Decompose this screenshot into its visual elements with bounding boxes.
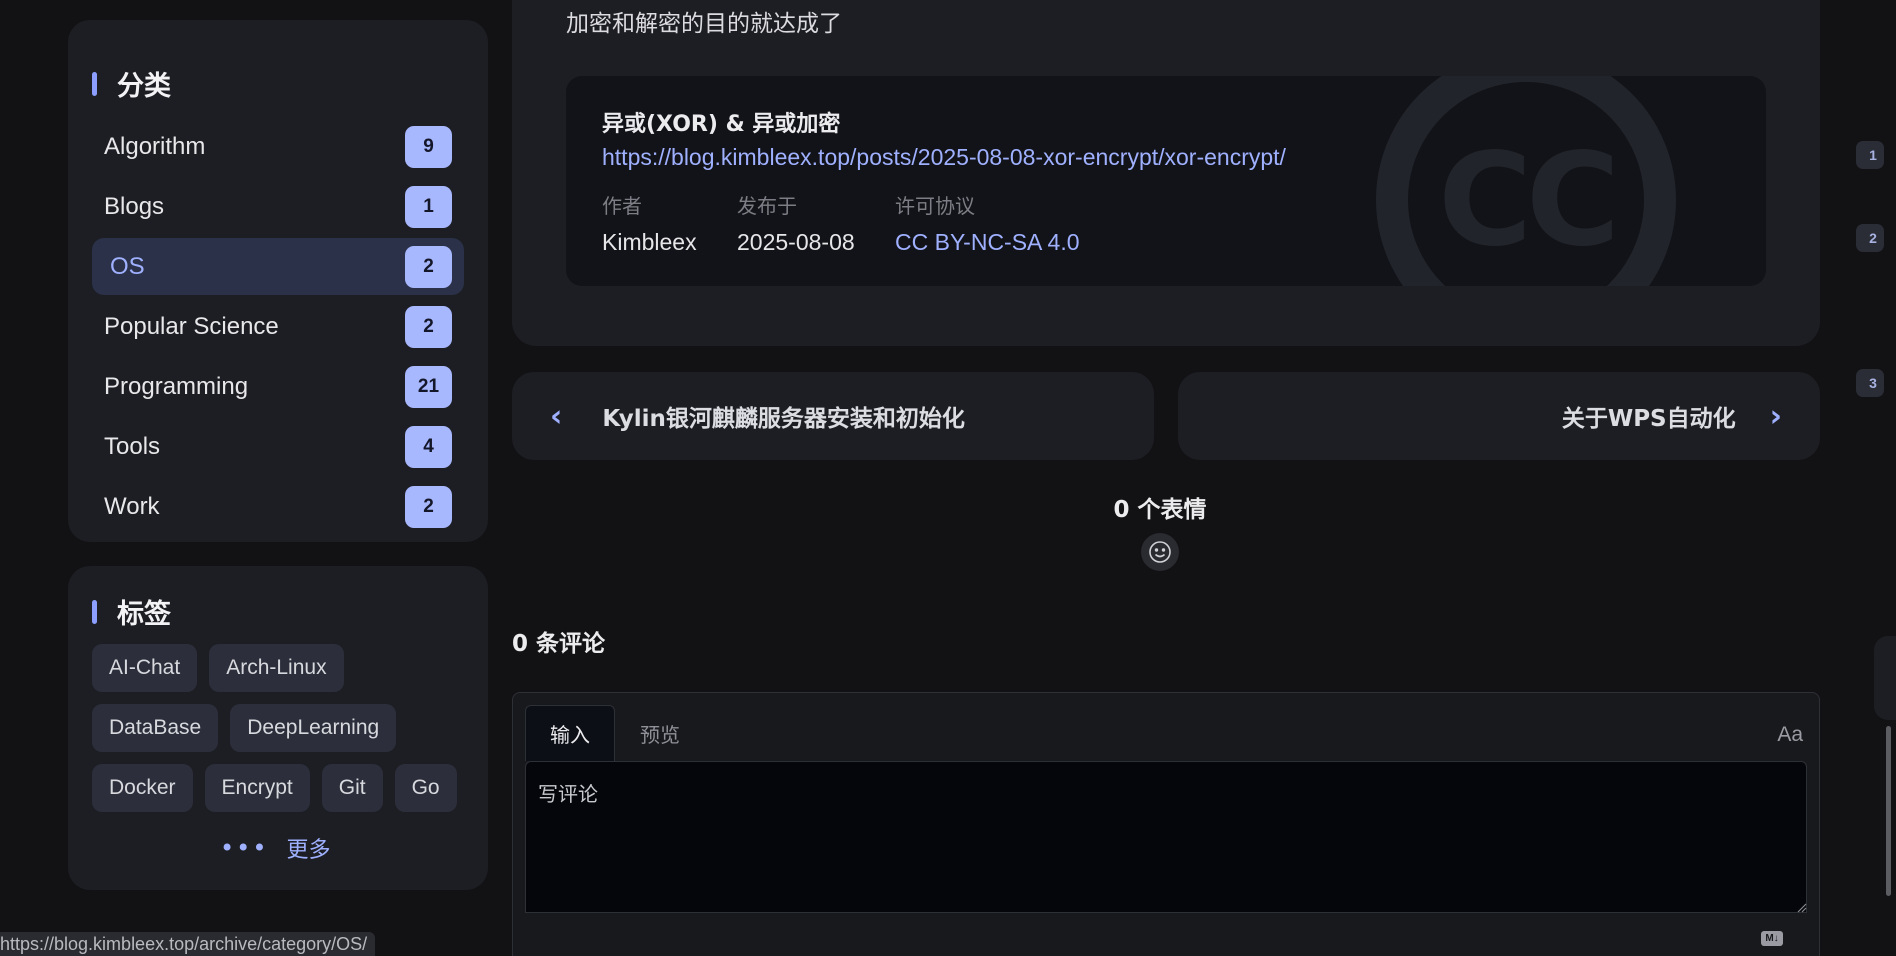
license-published-value: 2025-08-08	[737, 229, 855, 255]
category-item-work[interactable]: Work 2	[92, 478, 464, 535]
floating-panel-tab[interactable]	[1874, 636, 1896, 720]
tags-heading: 标签	[92, 592, 171, 631]
resize-grip-icon[interactable]	[1795, 901, 1807, 913]
category-count-badge: 4	[405, 425, 452, 468]
license-terms-link[interactable]: CC BY-NC-SA 4.0	[895, 229, 1080, 256]
category-name: Popular Science	[104, 312, 279, 340]
article-closing-text: 加密和解密的目的就达成了	[566, 11, 842, 37]
category-item-tools[interactable]: Tools 4	[92, 418, 464, 475]
category-name: Programming	[104, 372, 249, 400]
prev-post-title: Kylin银河麒麟服务器安装和初始化	[602, 406, 965, 432]
license-terms-label: 许可协议	[895, 194, 975, 218]
tag-ai-chat[interactable]: AI-Chat	[92, 644, 198, 692]
add-reaction-button[interactable]	[1141, 533, 1179, 571]
tag-go[interactable]: Go	[394, 764, 457, 812]
smiley-icon	[1149, 541, 1171, 563]
category-name: Algorithm	[104, 132, 206, 160]
tag-docker[interactable]: Docker	[92, 764, 193, 812]
next-post-button[interactable]: 关于WPS自动化 ›	[1178, 372, 1820, 460]
tag-encrypt[interactable]: Encrypt	[204, 764, 310, 812]
category-count-badge: 9	[405, 125, 452, 168]
scrollbar-thumb[interactable]	[1886, 726, 1891, 896]
category-count-badge: 2	[405, 305, 452, 348]
category-count-badge: 2	[405, 485, 452, 528]
more-tags-label: 更多	[286, 838, 331, 863]
more-dots-icon: •••	[220, 834, 269, 862]
heading-accent-bar	[92, 71, 97, 96]
editor-tabs: 输入 预览	[525, 705, 705, 761]
category-item-blogs[interactable]: Blogs 1	[92, 178, 464, 235]
category-name: Tools	[104, 432, 161, 460]
license-author: 作者 Kimbleex	[602, 190, 697, 256]
comments-title: 0 条评论	[512, 631, 606, 657]
comment-input[interactable]	[525, 761, 1807, 913]
font-size-toggle[interactable]: Aa	[1777, 723, 1803, 747]
browser-status-url: https://blog.kimbleex.top/archive/catego…	[0, 932, 376, 956]
category-item-popular-science[interactable]: Popular Science 2	[92, 298, 464, 355]
license-box: CC 异或(XOR) & 异或加密 https://blog.kimbleex.…	[566, 76, 1766, 286]
categories-heading: 分类	[92, 64, 171, 103]
license-post-link[interactable]: https://blog.kimbleex.top/posts/2025-08-…	[602, 144, 1286, 171]
category-item-os[interactable]: OS 2	[92, 238, 464, 295]
toc-item-1[interactable]: 1	[1856, 141, 1884, 169]
license-author-value: Kimbleex	[602, 229, 697, 255]
chevron-left-icon: ‹	[550, 398, 563, 434]
license-terms: 许可协议 CC BY-NC-SA 4.0	[895, 190, 1080, 256]
tags-title: 标签	[117, 599, 171, 630]
tab-input[interactable]: 输入	[525, 705, 615, 761]
toc-item-3[interactable]: 3	[1856, 369, 1884, 397]
category-list: Algorithm 9 Blogs 1 OS 2 Popular Science…	[92, 118, 464, 538]
tag-deeplearning[interactable]: DeepLearning	[230, 704, 397, 752]
prev-post-button[interactable]: ‹ Kylin银河麒麟服务器安装和初始化	[512, 372, 1154, 460]
license-published-label: 发布于	[737, 194, 797, 218]
markdown-icon: M↓	[1761, 931, 1783, 946]
category-count-badge: 2	[405, 245, 452, 288]
license-author-label: 作者	[602, 194, 642, 218]
next-post-title: 关于WPS自动化	[1561, 406, 1736, 432]
tag-list: AI-Chat Arch-Linux DataBase DeepLearning…	[92, 644, 476, 824]
tag-git[interactable]: Git	[321, 764, 383, 812]
tags-card: 标签 AI-Chat Arch-Linux DataBase DeepLearn…	[68, 566, 488, 890]
more-tags-button[interactable]: ••• 更多	[220, 832, 330, 864]
tag-arch-linux[interactable]: Arch-Linux	[209, 644, 344, 692]
comment-editor: 输入 预览 Aa M↓	[512, 692, 1820, 956]
category-count-badge: 1	[405, 185, 452, 228]
reactions-title: 0 个表情	[1113, 497, 1207, 523]
categories-card: 分类 Algorithm 9 Blogs 1 OS 2 Popular Scie…	[68, 20, 488, 542]
category-name: Blogs	[104, 192, 165, 220]
license-published: 发布于 2025-08-08	[737, 190, 855, 256]
heading-accent-bar	[92, 599, 97, 624]
article-card: 加密和解密的目的就达成了 CC 异或(XOR) & 异或加密 https://b…	[512, 0, 1820, 346]
tag-database[interactable]: DataBase	[92, 704, 219, 752]
toc-item-2[interactable]: 2	[1856, 224, 1884, 252]
license-post-title: 异或(XOR) & 异或加密	[602, 112, 841, 137]
category-item-programming[interactable]: Programming 21	[92, 358, 464, 415]
chevron-right-icon: ›	[1769, 398, 1782, 434]
category-count-badge: 21	[405, 365, 452, 408]
tab-preview[interactable]: 预览	[615, 705, 705, 761]
category-name: Work	[104, 492, 160, 520]
categories-title: 分类	[117, 71, 171, 102]
category-name: OS	[110, 252, 145, 280]
cc-watermark-icon: CC	[1376, 76, 1676, 286]
category-item-algorithm[interactable]: Algorithm 9	[92, 118, 464, 175]
